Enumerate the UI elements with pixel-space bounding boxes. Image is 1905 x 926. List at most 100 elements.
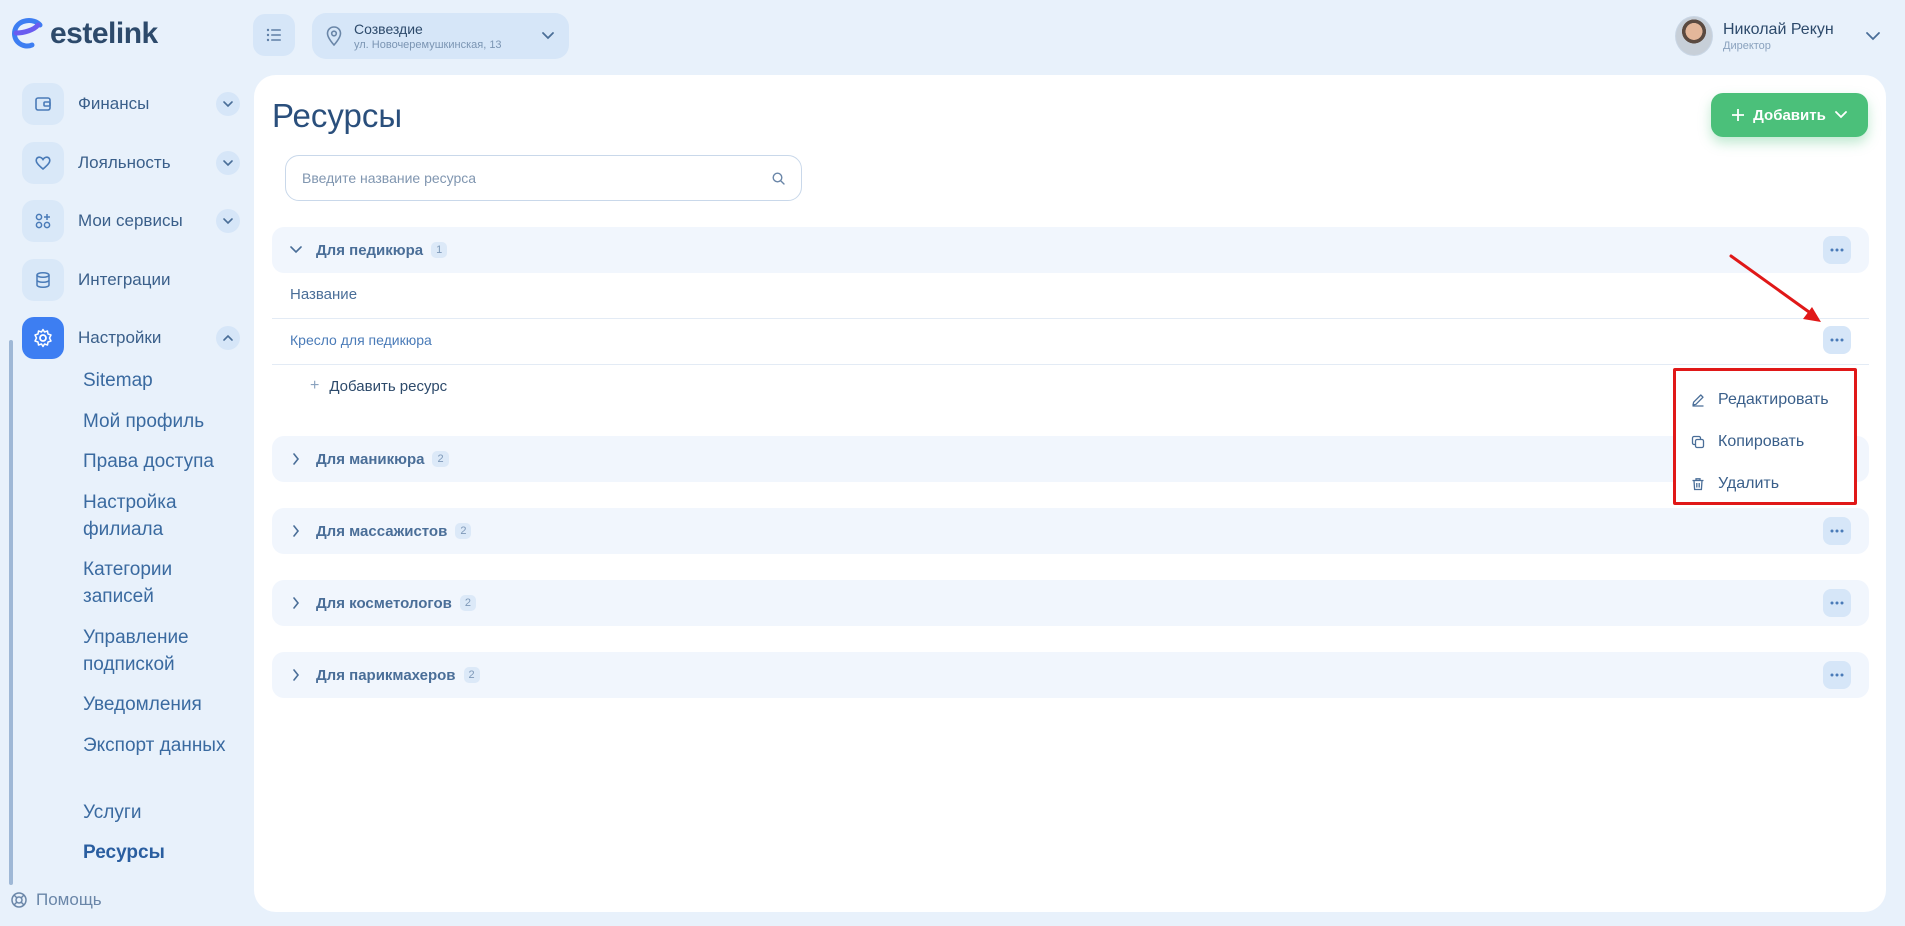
wallet-icon [22, 83, 64, 125]
group-count-badge: 2 [455, 523, 472, 539]
branch-selector[interactable]: Созвездие ул. Новочеремушкинская, 13 [312, 13, 569, 59]
database-icon [22, 259, 64, 301]
help-label: Помощь [36, 890, 102, 909]
chevron-down-icon [1866, 32, 1880, 41]
menu-item-label: Редактировать [1718, 391, 1829, 408]
chevron-down-icon [216, 151, 240, 175]
more-dots-icon [1830, 338, 1844, 342]
sidebar-sub-sitemap[interactable]: Sitemap [83, 367, 233, 394]
chevron-down-icon [216, 209, 240, 233]
branch-name: Созвездие [354, 21, 423, 37]
user-menu[interactable]: Николай Рекун Директор [1675, 16, 1881, 56]
resource-group-row[interactable]: Для массажистов 2 [272, 508, 1869, 554]
menu-item-label: Копировать [1718, 433, 1805, 450]
sidebar-sub-record-categories[interactable]: Категории записей [83, 556, 233, 610]
sidebar-item-settings[interactable]: Настройки [22, 316, 240, 360]
sidebar-sub-profile[interactable]: Мой профиль [83, 408, 233, 435]
resource-group-row[interactable]: Для парикмахеров 2 [272, 652, 1869, 698]
group-more-button[interactable] [1823, 517, 1851, 545]
sidebar-sub-branch-settings[interactable]: Настройка филиала [83, 489, 233, 543]
page-title: Ресурсы [272, 97, 403, 134]
pencil-icon [1690, 393, 1706, 407]
menu-item-label: Удалить [1718, 475, 1780, 492]
more-dots-icon [1830, 248, 1844, 252]
chevron-right-icon [286, 453, 306, 465]
chevron-right-icon [286, 669, 306, 681]
menu-item-delete[interactable]: Удалить [1676, 463, 1854, 505]
chevron-right-icon [286, 525, 306, 537]
sidebar-sub-access[interactable]: Права доступа [83, 448, 233, 475]
avatar [1675, 16, 1713, 56]
sidebar-sub-subscription[interactable]: Управление подпиской [83, 624, 233, 678]
logo-mark-icon [10, 16, 46, 52]
group-name: Для массажистов [316, 522, 448, 540]
context-menu: Редактировать Копировать Удалить [1673, 368, 1857, 505]
column-header-name: Название [290, 286, 358, 303]
resource-item[interactable]: Кресло для педикюра [290, 332, 432, 348]
chevron-down-icon [286, 246, 306, 254]
grid-plus-icon [22, 200, 64, 242]
group-more-button[interactable] [1823, 236, 1851, 264]
plus-icon [1732, 109, 1745, 121]
search-icon[interactable] [772, 171, 785, 185]
search-box[interactable] [285, 155, 802, 201]
menu-toggle-button[interactable] [253, 14, 295, 56]
group-more-button[interactable] [1823, 589, 1851, 617]
sidebar-item-integrations[interactable]: Интеграции [22, 258, 240, 302]
add-resource-label: Добавить ресурс [329, 377, 448, 395]
group-more-button[interactable] [1823, 661, 1851, 689]
logo[interactable]: estelink [10, 14, 158, 54]
list-icon [266, 28, 281, 42]
group-name: Для маникюра [316, 450, 425, 468]
chevron-right-icon [286, 597, 306, 609]
gear-icon [22, 317, 64, 359]
menu-item-edit[interactable]: Редактировать [1676, 379, 1854, 421]
group-name: Для педикюра [316, 241, 424, 259]
resource-group-row[interactable]: Для косметологов 2 [272, 580, 1869, 626]
menu-item-copy[interactable]: Копировать [1676, 421, 1854, 463]
resource-group-row[interactable]: Для педикюра 1 [272, 227, 1869, 273]
group-count-badge: 2 [432, 451, 449, 467]
sidebar-item-label: Лояльность [78, 153, 171, 172]
logo-text: estelink [50, 17, 158, 50]
user-name: Николай Рекун [1723, 20, 1834, 38]
heart-icon [22, 142, 64, 184]
sidebar-sub-services[interactable]: Услуги [83, 799, 233, 826]
sidebar-item-label: Финансы [78, 94, 150, 113]
chevron-up-icon [216, 326, 240, 350]
sidebar-item-loyalty[interactable]: Лояльность [22, 141, 240, 185]
resource-group-row[interactable]: Для маникюра 2 [272, 436, 1869, 482]
sidebar-item-label: Интеграции [78, 270, 171, 289]
search-input[interactable] [302, 170, 772, 186]
sidebar-item-services[interactable]: Мои сервисы [22, 199, 240, 243]
more-dots-icon [1830, 601, 1844, 605]
chevron-down-icon [542, 32, 554, 40]
sidebar-item-finance[interactable]: Финансы [22, 82, 240, 126]
chevron-down-icon [1834, 111, 1847, 119]
chevron-down-icon [216, 92, 240, 116]
add-resource-button[interactable]: + Добавить ресурс [310, 377, 447, 395]
group-count-badge: 2 [463, 667, 480, 683]
divider [272, 318, 1869, 319]
group-count-badge: 2 [459, 595, 476, 611]
sidebar-item-label: Мои сервисы [78, 211, 183, 230]
group-count-badge: 1 [431, 242, 448, 258]
trash-icon [1690, 477, 1706, 491]
divider [272, 364, 1869, 365]
plus-icon: + [310, 377, 320, 394]
sidebar-sub-export[interactable]: Экспорт данных [83, 732, 233, 759]
lifebuoy-icon [11, 892, 27, 908]
group-name: Для парикмахеров [316, 666, 456, 684]
add-button-label: Добавить [1753, 106, 1826, 124]
sidebar-sub-resources[interactable]: Ресурсы [83, 839, 233, 866]
help-link[interactable]: Помощь [10, 890, 102, 910]
sidebar-item-label: Настройки [78, 328, 162, 347]
user-role: Директор [1723, 39, 1771, 52]
copy-icon [1690, 435, 1706, 449]
location-pin-icon [326, 26, 342, 46]
resource-more-button[interactable] [1823, 326, 1851, 354]
sidebar-sub-notifications[interactable]: Уведомления [83, 691, 233, 718]
sidebar-scrollbar[interactable] [9, 340, 13, 885]
group-name: Для косметологов [316, 594, 452, 612]
add-button[interactable]: Добавить [1711, 93, 1868, 137]
